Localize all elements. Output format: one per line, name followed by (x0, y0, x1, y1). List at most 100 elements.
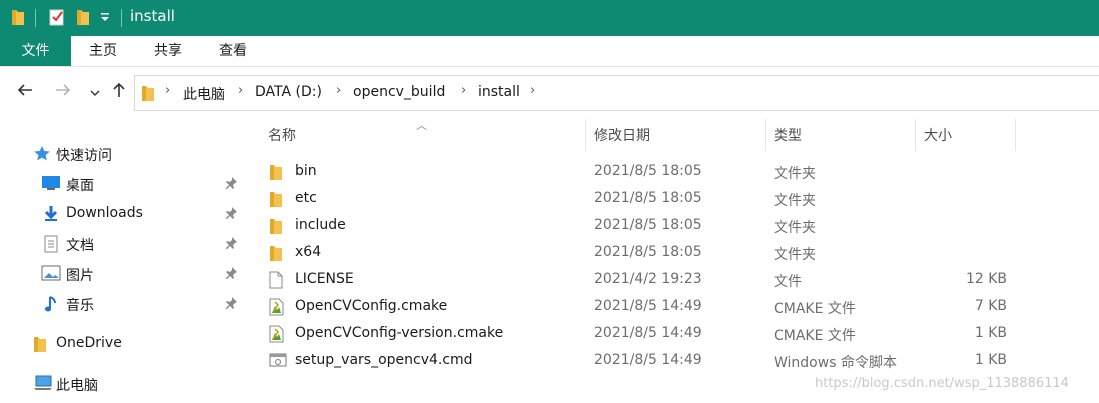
nav-label: 此电脑 (56, 378, 98, 394)
nav-item-music[interactable]: 音乐 (0, 291, 245, 317)
nav-label: 文档 (66, 238, 94, 254)
nav-item-pictures[interactable]: 图片 (0, 261, 245, 287)
file-size: 1 KB (974, 325, 1007, 341)
nav-item-downloads[interactable]: Downloads (0, 201, 245, 227)
file-list: ︿ 名称 修改日期 类型 大小 bin 2021/8/5 18:05 文件夹 e… (245, 117, 1099, 403)
column-divider[interactable] (765, 119, 766, 151)
file-modified: 2021/8/5 18:05 (594, 244, 702, 260)
star-icon (33, 145, 51, 166)
back-arrow-icon[interactable] (14, 81, 36, 103)
recent-locations-chevron-icon[interactable] (84, 83, 106, 105)
folder-icon (33, 335, 47, 357)
nav-label: OneDrive (56, 335, 122, 351)
pin-icon[interactable] (224, 296, 238, 314)
column-header-type[interactable]: 类型 (774, 125, 802, 145)
file-type: 文件夹 (774, 247, 816, 263)
watermark: https://blog.csdn.net/wsp_1138886114 (815, 376, 1069, 391)
file-row[interactable]: etc 2021/8/5 18:05 文件夹 (245, 186, 1099, 213)
download-arrow-icon (43, 205, 59, 226)
title-bar: install (0, 0, 1099, 36)
navigation-pane: 快速访问 桌面 Downloads 文档 图片 音乐 OneDrive 此电脑 (0, 117, 245, 403)
tab-share[interactable]: 共享 (141, 36, 195, 66)
file-modified: 2021/8/5 18:05 (594, 190, 702, 206)
file-modified: 2021/8/5 14:49 (594, 352, 702, 368)
computer-icon (33, 375, 53, 395)
document-icon (43, 235, 59, 257)
breadcrumb-this-pc[interactable]: 此电脑 (183, 84, 225, 104)
breadcrumb-chevron-icon[interactable]: › (165, 83, 170, 98)
column-header-name[interactable]: 名称 (268, 125, 296, 145)
file-name: OpenCVConfig.cmake (295, 298, 448, 314)
pin-icon[interactable] (224, 266, 238, 284)
properties-icon[interactable] (49, 8, 65, 30)
window-title: install (130, 7, 175, 25)
column-divider[interactable] (1015, 119, 1016, 151)
customize-dropdown-icon[interactable] (100, 11, 110, 27)
file-type: 文件夹 (774, 193, 816, 209)
nav-item-desktop[interactable]: 桌面 (0, 171, 245, 197)
file-size: 7 KB (974, 298, 1007, 314)
folder-icon (141, 84, 155, 106)
picture-icon (41, 265, 61, 285)
folder-icon (269, 217, 283, 239)
file-row[interactable]: OpenCVConfig.cmake 2021/8/5 14:49 CMAKE … (245, 294, 1099, 321)
cmake-file-icon (269, 298, 285, 320)
new-folder-icon[interactable] (76, 8, 90, 30)
folder-icon[interactable] (11, 8, 25, 30)
nav-label: 图片 (66, 268, 94, 284)
cmake-file-icon (269, 325, 285, 347)
file-name: setup_vars_opencv4.cmd (295, 352, 473, 368)
tab-view[interactable]: 查看 (206, 36, 260, 66)
file-row[interactable]: OpenCVConfig-version.cmake 2021/8/5 14:4… (245, 321, 1099, 348)
file-name: LICENSE (295, 271, 354, 287)
file-type: CMAKE 文件 (774, 328, 856, 344)
breadcrumb-install[interactable]: install (478, 84, 520, 100)
breadcrumb-data-drive[interactable]: DATA (D:) (255, 84, 322, 100)
file-row[interactable]: bin 2021/8/5 18:05 文件夹 (245, 159, 1099, 186)
column-header-size[interactable]: 大小 (924, 125, 952, 145)
breadcrumb-chevron-icon[interactable]: › (530, 83, 535, 98)
file-name: etc (295, 190, 317, 206)
breadcrumb-chevron-icon[interactable]: › (336, 83, 341, 98)
pin-icon[interactable] (224, 206, 238, 224)
up-arrow-icon[interactable] (108, 81, 130, 103)
music-note-icon (44, 295, 58, 317)
nav-item-onedrive[interactable]: OneDrive (0, 331, 245, 357)
file-row[interactable]: include 2021/8/5 18:05 文件夹 (245, 213, 1099, 240)
file-type: 文件夹 (774, 220, 816, 236)
file-size: 12 KB (965, 271, 1007, 287)
cmd-file-icon (269, 352, 287, 372)
file-modified: 2021/4/2 19:23 (594, 271, 702, 287)
breadcrumb-opencv-build[interactable]: opencv_build (353, 84, 445, 100)
address-box[interactable]: › 此电脑 › DATA (D:) › opencv_build › insta… (134, 75, 1099, 111)
column-divider[interactable] (585, 119, 586, 151)
ribbon-tabs: 文件 主页 共享 查看 (0, 36, 1099, 67)
file-row[interactable]: LICENSE 2021/4/2 19:23 文件 12 KB (245, 267, 1099, 294)
breadcrumb-chevron-icon[interactable]: › (461, 83, 466, 98)
forward-arrow-icon[interactable] (52, 81, 74, 103)
file-row[interactable]: x64 2021/8/5 18:05 文件夹 (245, 240, 1099, 267)
file-name: x64 (295, 244, 322, 260)
nav-item-quick-access[interactable]: 快速访问 (0, 141, 245, 167)
nav-label: 音乐 (66, 298, 94, 314)
nav-item-this-pc[interactable]: 此电脑 (0, 371, 245, 397)
nav-label: Downloads (66, 205, 143, 221)
breadcrumb-chevron-icon[interactable]: › (238, 83, 243, 98)
file-modified: 2021/8/5 18:05 (594, 163, 702, 179)
file-row[interactable]: setup_vars_opencv4.cmd 2021/8/5 14:49 Wi… (245, 348, 1099, 375)
blank-file-icon (269, 271, 283, 293)
nav-item-documents[interactable]: 文档 (0, 231, 245, 257)
tab-file[interactable]: 文件 (0, 36, 71, 66)
folder-icon (269, 190, 283, 212)
pin-icon[interactable] (224, 236, 238, 254)
file-modified: 2021/8/5 14:49 (594, 325, 702, 341)
column-header-modified[interactable]: 修改日期 (594, 125, 650, 145)
nav-label: 桌面 (66, 178, 94, 194)
folder-icon (269, 244, 283, 266)
tab-home[interactable]: 主页 (76, 36, 130, 66)
title-separator (121, 9, 122, 27)
column-divider[interactable] (915, 119, 916, 151)
pin-icon[interactable] (224, 176, 238, 194)
file-size: 1 KB (974, 352, 1007, 368)
file-modified: 2021/8/5 18:05 (594, 217, 702, 233)
